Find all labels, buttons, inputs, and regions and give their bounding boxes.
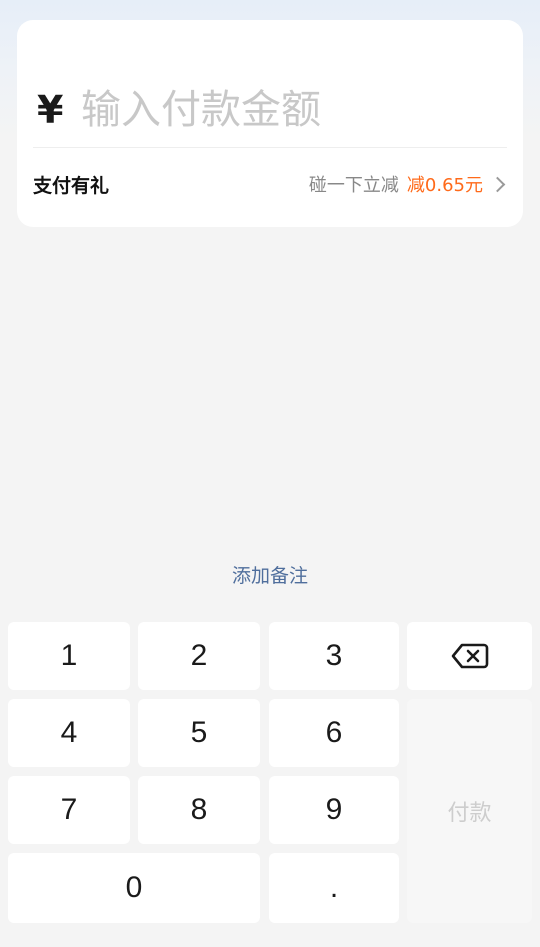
payment-card: ¥ 支付有礼 碰一下立减 减0.65元 — [17, 20, 523, 227]
numeric-keypad: 1 2 3 4 5 6 7 8 9 0 . 付款 — [0, 614, 540, 947]
key-5[interactable]: 5 — [138, 699, 260, 767]
amount-input[interactable] — [81, 87, 461, 133]
chevron-right-icon — [489, 176, 506, 192]
key-6[interactable]: 6 — [269, 699, 399, 767]
key-dot[interactable]: . — [269, 853, 399, 923]
key-7[interactable]: 7 — [8, 776, 130, 844]
backspace-icon — [451, 643, 488, 669]
key-9[interactable]: 9 — [269, 776, 399, 844]
add-note-link[interactable]: 添加备注 — [0, 561, 540, 588]
promo-row[interactable]: 支付有礼 碰一下立减 减0.65元 — [33, 168, 506, 200]
key-1[interactable]: 1 — [8, 622, 130, 690]
key-4[interactable]: 4 — [8, 699, 130, 767]
currency-symbol: ¥ — [37, 88, 64, 132]
key-2[interactable]: 2 — [138, 622, 260, 690]
promo-detail: 碰一下立减 减0.65元 — [308, 171, 506, 197]
promo-discount: 减0.65元 — [406, 175, 483, 196]
backspace-key[interactable] — [407, 622, 532, 690]
promo-title: 支付有礼 — [33, 174, 110, 197]
key-8[interactable]: 8 — [138, 776, 260, 844]
key-3[interactable]: 3 — [269, 622, 399, 690]
amount-row: ¥ — [37, 80, 461, 140]
key-0[interactable]: 0 — [8, 853, 260, 923]
pay-button[interactable]: 付款 — [407, 699, 532, 923]
card-divider — [33, 147, 507, 148]
promo-hint: 碰一下立减 — [308, 175, 399, 196]
